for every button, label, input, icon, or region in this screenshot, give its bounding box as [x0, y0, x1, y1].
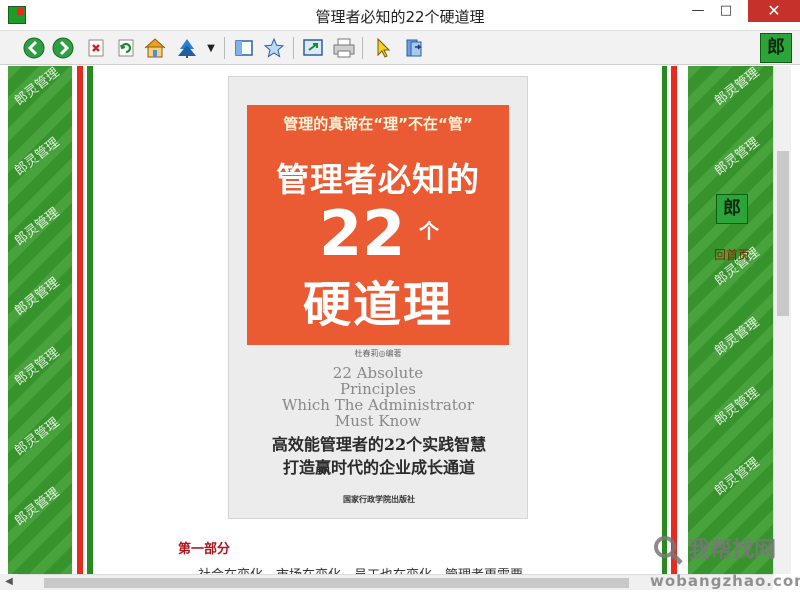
- title-bar: 管理者必知的22个硬道理 — □ ✕: [0, 0, 800, 31]
- arrow-right-icon: [52, 37, 74, 59]
- watermark-text: 郎灵管理: [12, 66, 63, 109]
- cover-author: 杜春莉◎编著: [354, 349, 402, 358]
- site-url: wobangzhao.com: [650, 572, 800, 590]
- sidebar-icon: [235, 40, 253, 56]
- fullscreen-icon: [303, 39, 323, 56]
- print-icon: [333, 38, 355, 58]
- home-icon: [144, 38, 166, 58]
- site-watermark: 我帮找网 wobangzhao.com: [648, 532, 800, 598]
- toolbar-separator: [362, 37, 363, 59]
- cover-title-line3: 硬道理: [302, 277, 453, 333]
- body-text-preview: 社会在变化，市场在变化，员工也在变化，管理者更需要……: [198, 564, 578, 574]
- panel-button[interactable]: [232, 36, 256, 60]
- chevron-down-icon: ▼: [207, 42, 215, 54]
- book-icon: [406, 39, 422, 57]
- watermark-text: 郎灵管理: [12, 345, 63, 389]
- bookmarks-button[interactable]: [175, 36, 199, 60]
- watermark-text: 郎灵管理: [12, 135, 63, 179]
- cover-subtitle: 管理的真谛在“理”不在“管”: [283, 115, 473, 133]
- left-decorative-panel: 郎灵管理 郎灵管理 郎灵管理 郎灵管理 郎灵管理 郎灵管理 郎灵管理: [8, 66, 72, 574]
- content-area: 郎灵管理 郎灵管理 郎灵管理 郎灵管理 郎灵管理 郎灵管理 郎灵管理 郎灵管理 …: [0, 66, 773, 574]
- green-stripe: [87, 66, 93, 574]
- watermark-text: 郎灵管理: [712, 135, 763, 179]
- refresh-icon: [118, 39, 134, 57]
- stop-icon: [88, 39, 104, 57]
- home-link[interactable]: 回首页: [714, 246, 750, 263]
- horizontal-scroll-thumb[interactable]: [44, 578, 629, 588]
- vertical-scrollbar[interactable]: [773, 66, 791, 574]
- cover-english-line: Must Know: [334, 412, 422, 430]
- book-cover-image: 管理的真谛在“理”不在“管” 管理者必知的 22 个 硬道理 杜春莉◎编著 22…: [228, 76, 528, 519]
- bookmarks-dropdown[interactable]: ▼: [203, 36, 219, 60]
- search-icon: [654, 536, 683, 565]
- watermark-text: 郎灵管理: [12, 485, 63, 529]
- site-name: 我帮找网: [688, 538, 777, 563]
- back-button[interactable]: [22, 36, 46, 60]
- toolbar-separator: [293, 37, 294, 59]
- watermark-text: 郎灵管理: [12, 415, 63, 459]
- cover-english-line: 22 Absolute: [332, 364, 424, 382]
- print-button[interactable]: [332, 36, 356, 60]
- toolbar: ▼ 郎: [0, 31, 800, 65]
- pointer-button[interactable]: [371, 36, 395, 60]
- bookmark-tree-icon: [178, 39, 196, 58]
- watermark-text: 郎灵管理: [712, 66, 763, 109]
- watermark-text: 郎灵管理: [12, 275, 63, 319]
- cover-title-line1: 管理者必知的: [276, 160, 480, 199]
- white-stripe: [677, 66, 688, 574]
- fullscreen-button[interactable]: [301, 36, 325, 60]
- brand-logo-button[interactable]: 郎: [760, 33, 792, 63]
- cover-english-title: 22 Absolute Principles Which The Adminis…: [247, 365, 509, 429]
- cover-tagline: 打造赢时代的企业成长通道: [282, 458, 475, 477]
- cover-title-number: 22: [319, 197, 406, 270]
- star-icon: [263, 37, 285, 58]
- cover-red-block: 管理的真谛在“理”不在“管” 管理者必知的 22 个 硬道理: [247, 105, 509, 345]
- maximize-button[interactable]: □: [712, 0, 740, 22]
- refresh-button[interactable]: [114, 36, 138, 60]
- section-title: 第一部分: [178, 542, 231, 557]
- cover-publisher: 国家行政学院出版社: [343, 495, 415, 504]
- cover-title-measure-word: 个: [419, 219, 439, 243]
- watermark-text: 郎灵管理: [712, 315, 763, 359]
- window-title: 管理者必知的22个硬道理: [315, 8, 485, 26]
- close-button[interactable]: ✕: [748, 0, 800, 22]
- watermark-text: 郎灵管理: [12, 205, 63, 249]
- home-button[interactable]: [143, 36, 167, 60]
- arrow-left-icon: [23, 37, 45, 59]
- book-button[interactable]: [402, 36, 426, 60]
- scroll-left-arrow-icon[interactable]: ◀: [0, 574, 18, 590]
- vertical-scroll-thumb[interactable]: [777, 151, 789, 316]
- minimize-button[interactable]: —: [684, 0, 712, 22]
- watermark-text: 郎灵管理: [712, 455, 763, 499]
- brand-logo-link[interactable]: 郎: [716, 194, 748, 224]
- forward-button[interactable]: [51, 36, 75, 60]
- cover-tagline: 高效能管理者的22个实践智慧: [271, 435, 487, 454]
- cursor-icon: [377, 37, 391, 58]
- favorite-button[interactable]: [262, 36, 286, 60]
- cover-english-line: Which The Administrator: [282, 396, 474, 414]
- stop-button[interactable]: [84, 36, 108, 60]
- watermark-text: 郎灵管理: [712, 385, 763, 429]
- toolbar-separator: [224, 37, 225, 59]
- right-decorative-panel: 郎灵管理 郎灵管理 郎灵管理 郎灵管理 郎灵管理 郎灵管理: [688, 66, 773, 574]
- cover-english-line: Principles: [340, 380, 416, 398]
